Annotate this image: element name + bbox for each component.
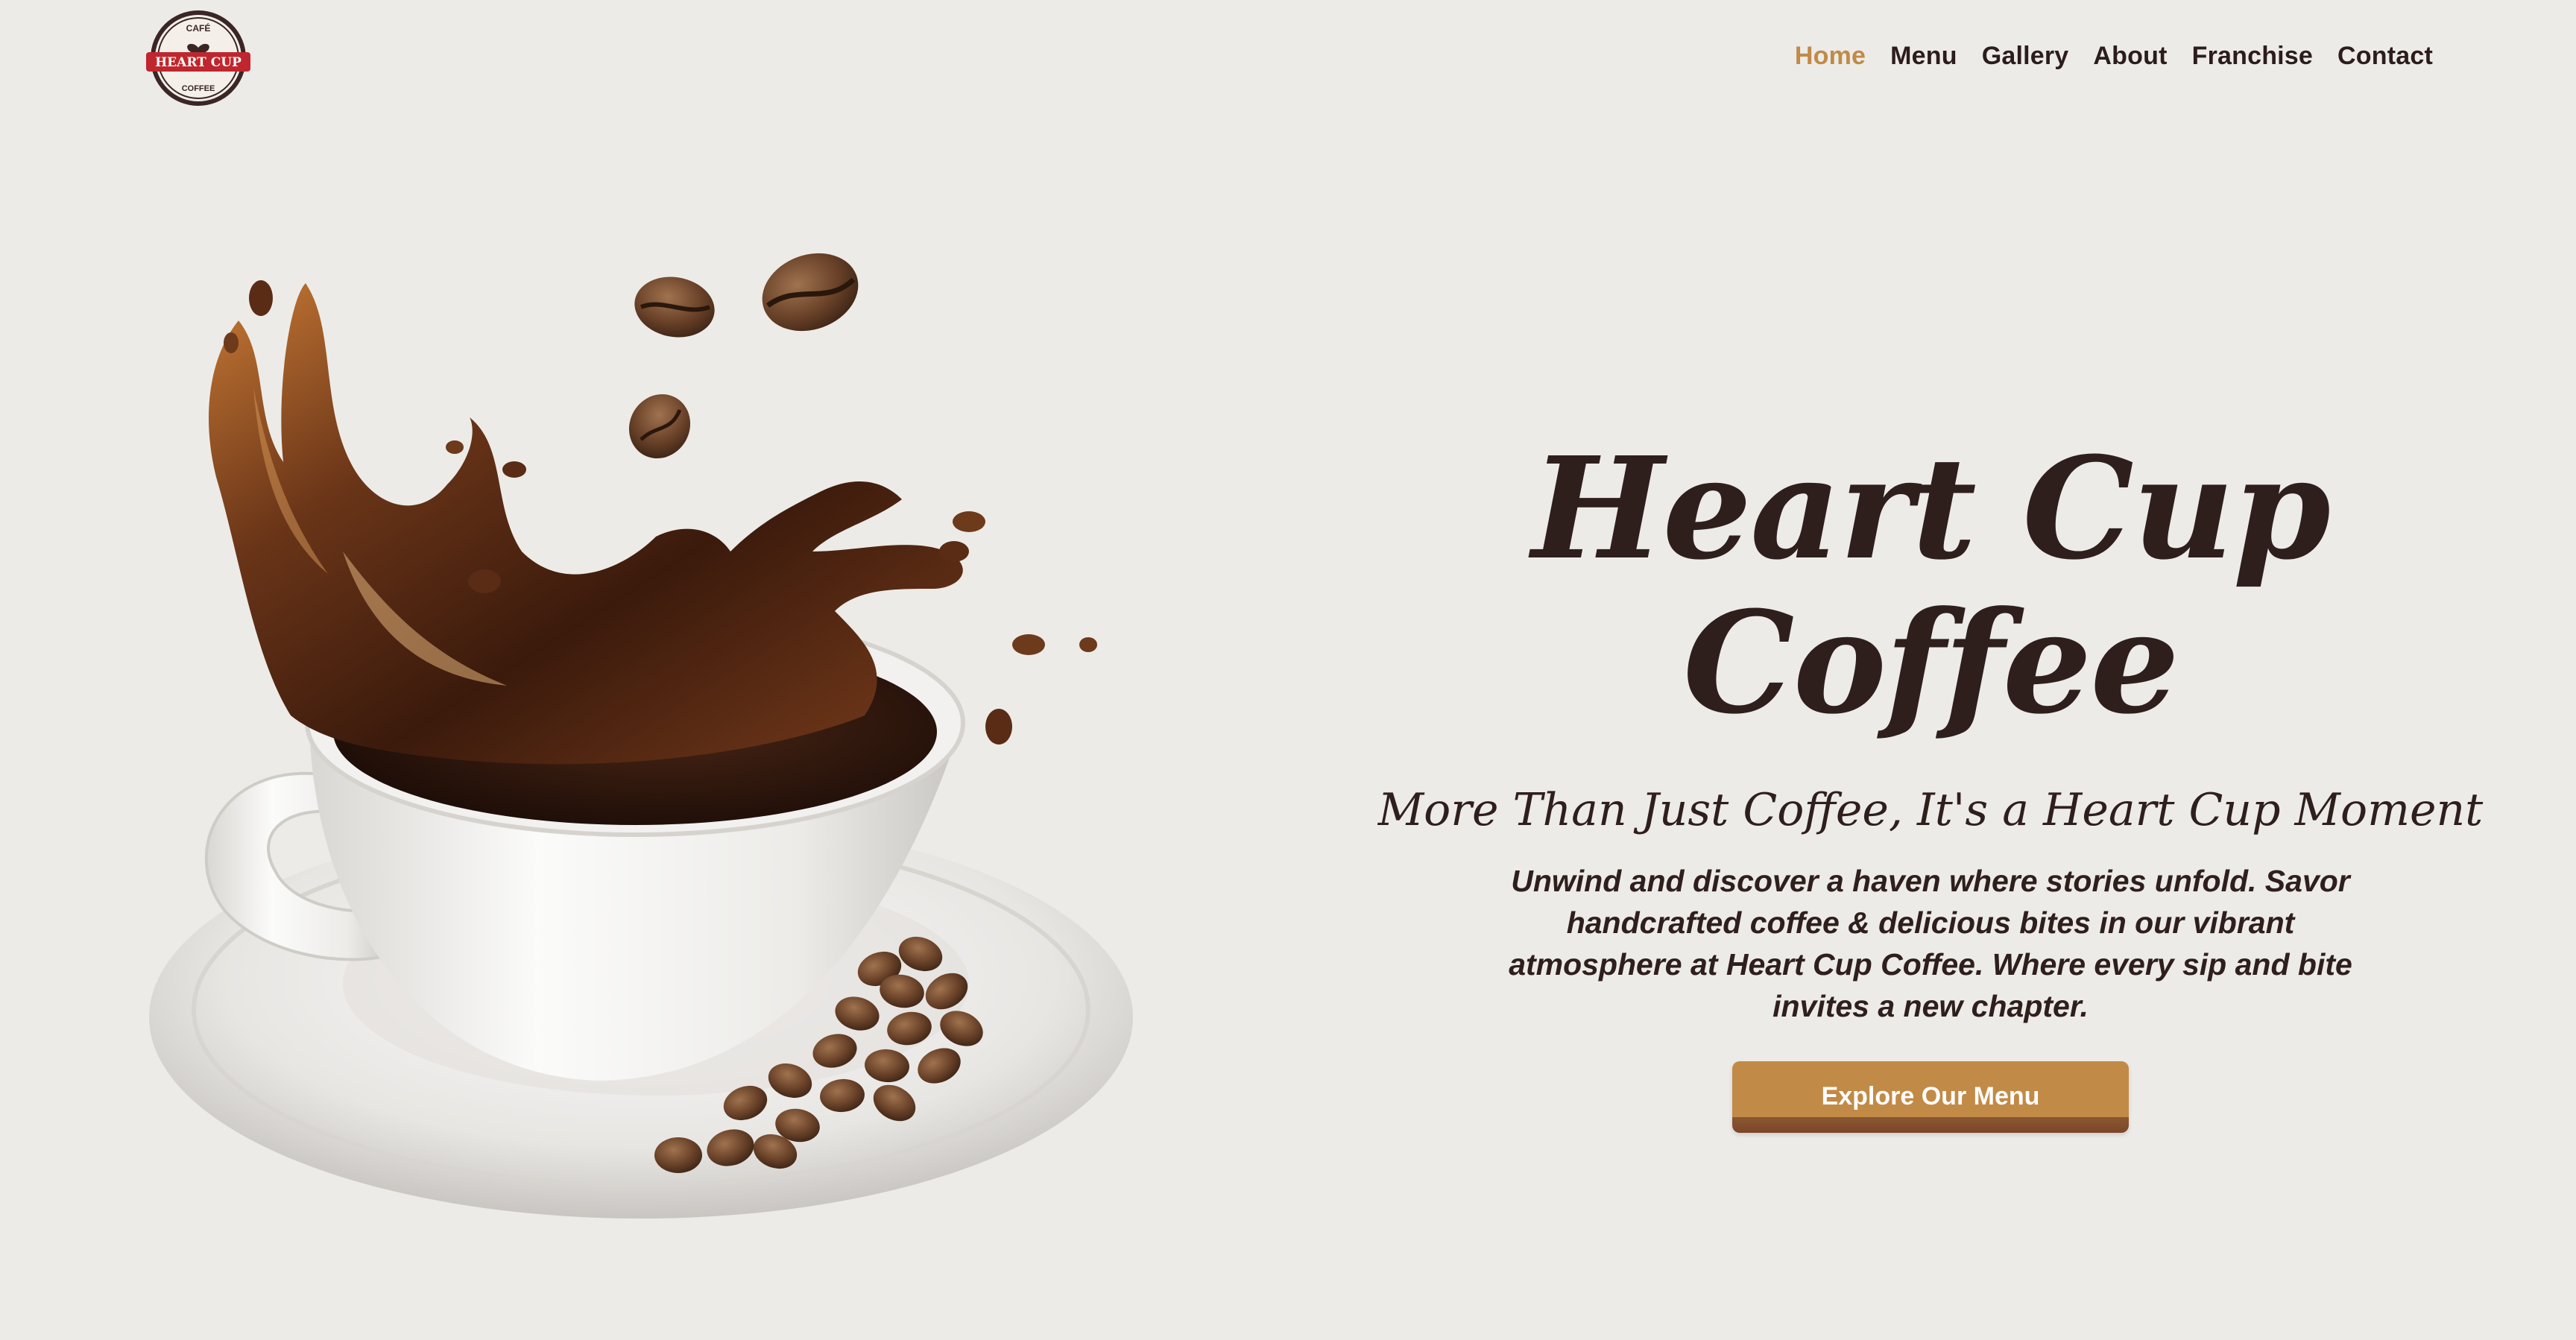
logo-bottom-text: COFFEE [182,84,215,93]
nav-contact[interactable]: Contact [2337,42,2433,71]
nav-home[interactable]: Home [1795,42,1866,71]
nav-menu[interactable]: Menu [1890,42,1957,71]
hero-subtitle: More Than Just Coffee, It's a Heart Cup … [1377,783,2484,836]
logo-name: HEART CUP [155,55,242,70]
landing-page: CAFÉ HEART CUP COFFEE Home Menu Gallery … [0,0,2576,1340]
main-nav: Home Menu Gallery About Franchise Contac… [1795,42,2433,71]
hero-content: Heart Cup Coffee More Than Just Coffee, … [1357,432,2504,1133]
explore-menu-button[interactable]: Explore Our Menu [1732,1061,2129,1133]
hero-description: Unwind and discover a haven where storie… [1509,863,2352,1023]
nav-about[interactable]: About [2093,42,2167,71]
heart-cup-logo[interactable]: CAFÉ HEART CUP COFFEE [142,9,255,107]
coffee-cup-splash-image [149,253,1133,1219]
nav-franchise[interactable]: Franchise [2192,42,2313,71]
logo-top-text: CAFÉ [186,22,211,34]
hero-title: Heart Cup Coffee [1531,426,2331,745]
nav-gallery[interactable]: Gallery [1982,42,2069,71]
